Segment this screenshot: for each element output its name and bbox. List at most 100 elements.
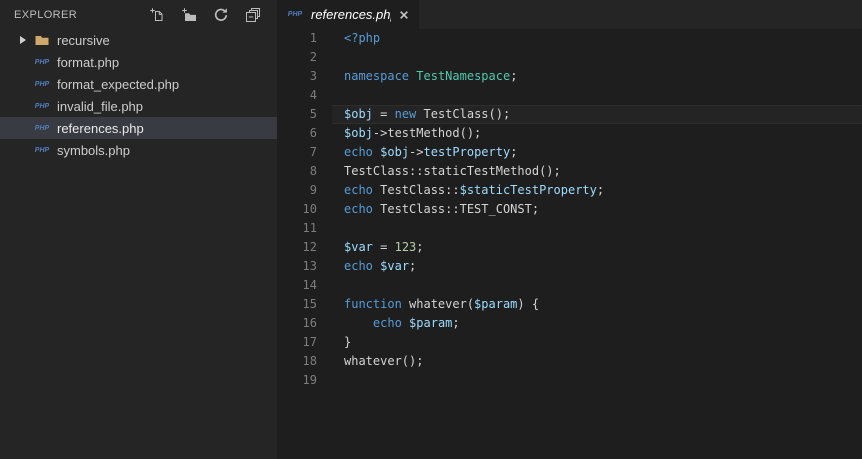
code-token: <?php [344,31,381,45]
code-line-15: 15 function whatever($param) { [277,295,862,314]
code-content[interactable] [332,48,862,67]
code-token: $param [474,297,518,311]
collapse-all-icon[interactable] [245,7,261,23]
code-token: testProperty [423,145,511,159]
code-content[interactable]: } [332,333,862,352]
close-icon[interactable] [395,6,413,24]
file-label: symbols.php [57,142,130,158]
code-line-18: 18 whatever(); [277,352,862,371]
code-token: ; [510,145,518,159]
code-token: ) { [517,297,540,311]
code-token: echo [372,316,402,330]
line-number: 11 [302,221,317,235]
file-label: references.php [57,120,144,136]
code-content[interactable]: $var = 123; [332,238,862,257]
code-line-3: 3 namespace TestNamespace; [277,67,862,86]
php-file-icon: PHP [34,120,50,136]
code-content[interactable]: echo $obj->testProperty; [332,143,862,162]
code-line-8: 8 TestClass::staticTestMethod(); [277,162,862,181]
code-content[interactable]: echo $param; [332,314,862,333]
line-number: 5 [309,107,317,121]
tab-bar: PHP references.php [277,0,862,29]
php-file-icon: PHP [287,7,303,23]
code-content-current-line[interactable]: $obj = new TestClass(); [332,105,862,124]
code-content[interactable]: whatever(); [332,352,862,371]
code-line-13: 13 echo $var; [277,257,862,276]
code-token: TestClass:: [372,183,460,197]
code-token: $staticTestProperty [459,183,597,197]
code-content[interactable] [332,219,862,238]
code-content[interactable]: function whatever($param) { [332,295,862,314]
code-token: TestNamespace [416,69,511,83]
code-content[interactable]: echo $var; [332,257,862,276]
code-token: = [372,107,395,121]
code-token: $var [344,240,373,254]
code-content[interactable]: namespace TestNamespace; [332,67,862,86]
tab-references-php[interactable]: PHP references.php [277,0,419,29]
folder-item-recursive[interactable]: recursive [0,29,277,51]
code-content[interactable] [332,86,862,105]
line-number: 8 [309,164,317,178]
code-token: $obj [344,126,373,140]
file-item-format.php[interactable]: PHP format.php [0,51,277,73]
line-number: 13 [302,259,317,273]
file-item-invalid_file.php[interactable]: PHP invalid_file.php [0,95,277,117]
code-content[interactable]: echo TestClass::$staticTestProperty; [332,181,862,200]
explorer-title: EXPLORER [14,8,78,21]
new-folder-icon[interactable] [181,7,197,23]
php-file-icon: PHP [34,142,50,158]
new-file-icon[interactable] [149,7,165,23]
code-line-12: 12 $var = 123; [277,238,862,257]
php-file-icon: PHP [34,54,50,70]
code-token: -> [409,145,424,159]
line-number: 18 [302,354,317,368]
code-line-5: 5 $obj = new TestClass(); [277,105,862,124]
code-editor[interactable]: 1 <?php 2 3 namespace TestNamespace; 4 5 $obj =… [277,29,862,459]
php-badge-text: PHP [34,80,50,88]
code-line-10: 10 echo TestClass::TEST_CONST; [277,200,862,219]
line-number: 6 [309,126,317,140]
line-number: 2 [309,50,317,64]
php-badge-text: PHP [34,124,50,132]
file-item-format_expected.php[interactable]: PHP format_expected.php [0,73,277,95]
folder-icon [34,32,50,48]
code-line-1: 1 <?php [277,29,862,48]
file-item-symbols.php[interactable]: PHP symbols.php [0,139,277,161]
php-badge-text: PHP [34,58,50,66]
code-content[interactable]: echo TestClass::TEST_CONST; [332,200,862,219]
line-number: 4 [309,88,317,102]
code-token: function [344,297,402,311]
code-token: echo [344,259,373,273]
code-line-7: 7 echo $obj->testProperty; [277,143,862,162]
editor-group: PHP references.php 1 <?php 2 3 namespace Tes… [277,0,862,459]
code-token: whatever( [401,297,475,311]
line-number: 16 [302,316,317,330]
refresh-icon[interactable] [213,7,229,23]
file-item-references.php[interactable]: PHP references.php [0,117,277,139]
code-token: namespace [344,69,410,83]
file-label: recursive [57,32,110,48]
line-number: 10 [302,202,317,216]
code-token: $obj [344,107,373,121]
line-number: 7 [309,145,317,159]
code-line-11: 11 [277,219,862,238]
php-badge-text: PHP [34,102,50,110]
line-number: 9 [309,183,317,197]
code-line-14: 14 [277,276,862,295]
chevron-right-icon[interactable] [20,36,34,44]
file-label: format.php [57,54,120,70]
code-content[interactable]: <?php [332,29,862,48]
code-content[interactable]: TestClass::staticTestMethod(); [332,162,862,181]
code-content[interactable] [332,371,862,390]
code-content[interactable] [332,276,862,295]
code-token: $var [380,259,410,273]
line-number: 19 [302,373,317,387]
code-line-4: 4 [277,86,862,105]
code-token: TestClass::TEST_CONST; [372,202,540,216]
code-content[interactable]: $obj->testMethod(); [332,124,862,143]
code-line-17: 17} [277,333,862,352]
code-token: TestClass(); [416,107,511,121]
code-token: new [394,107,417,121]
line-number: 15 [302,297,317,311]
